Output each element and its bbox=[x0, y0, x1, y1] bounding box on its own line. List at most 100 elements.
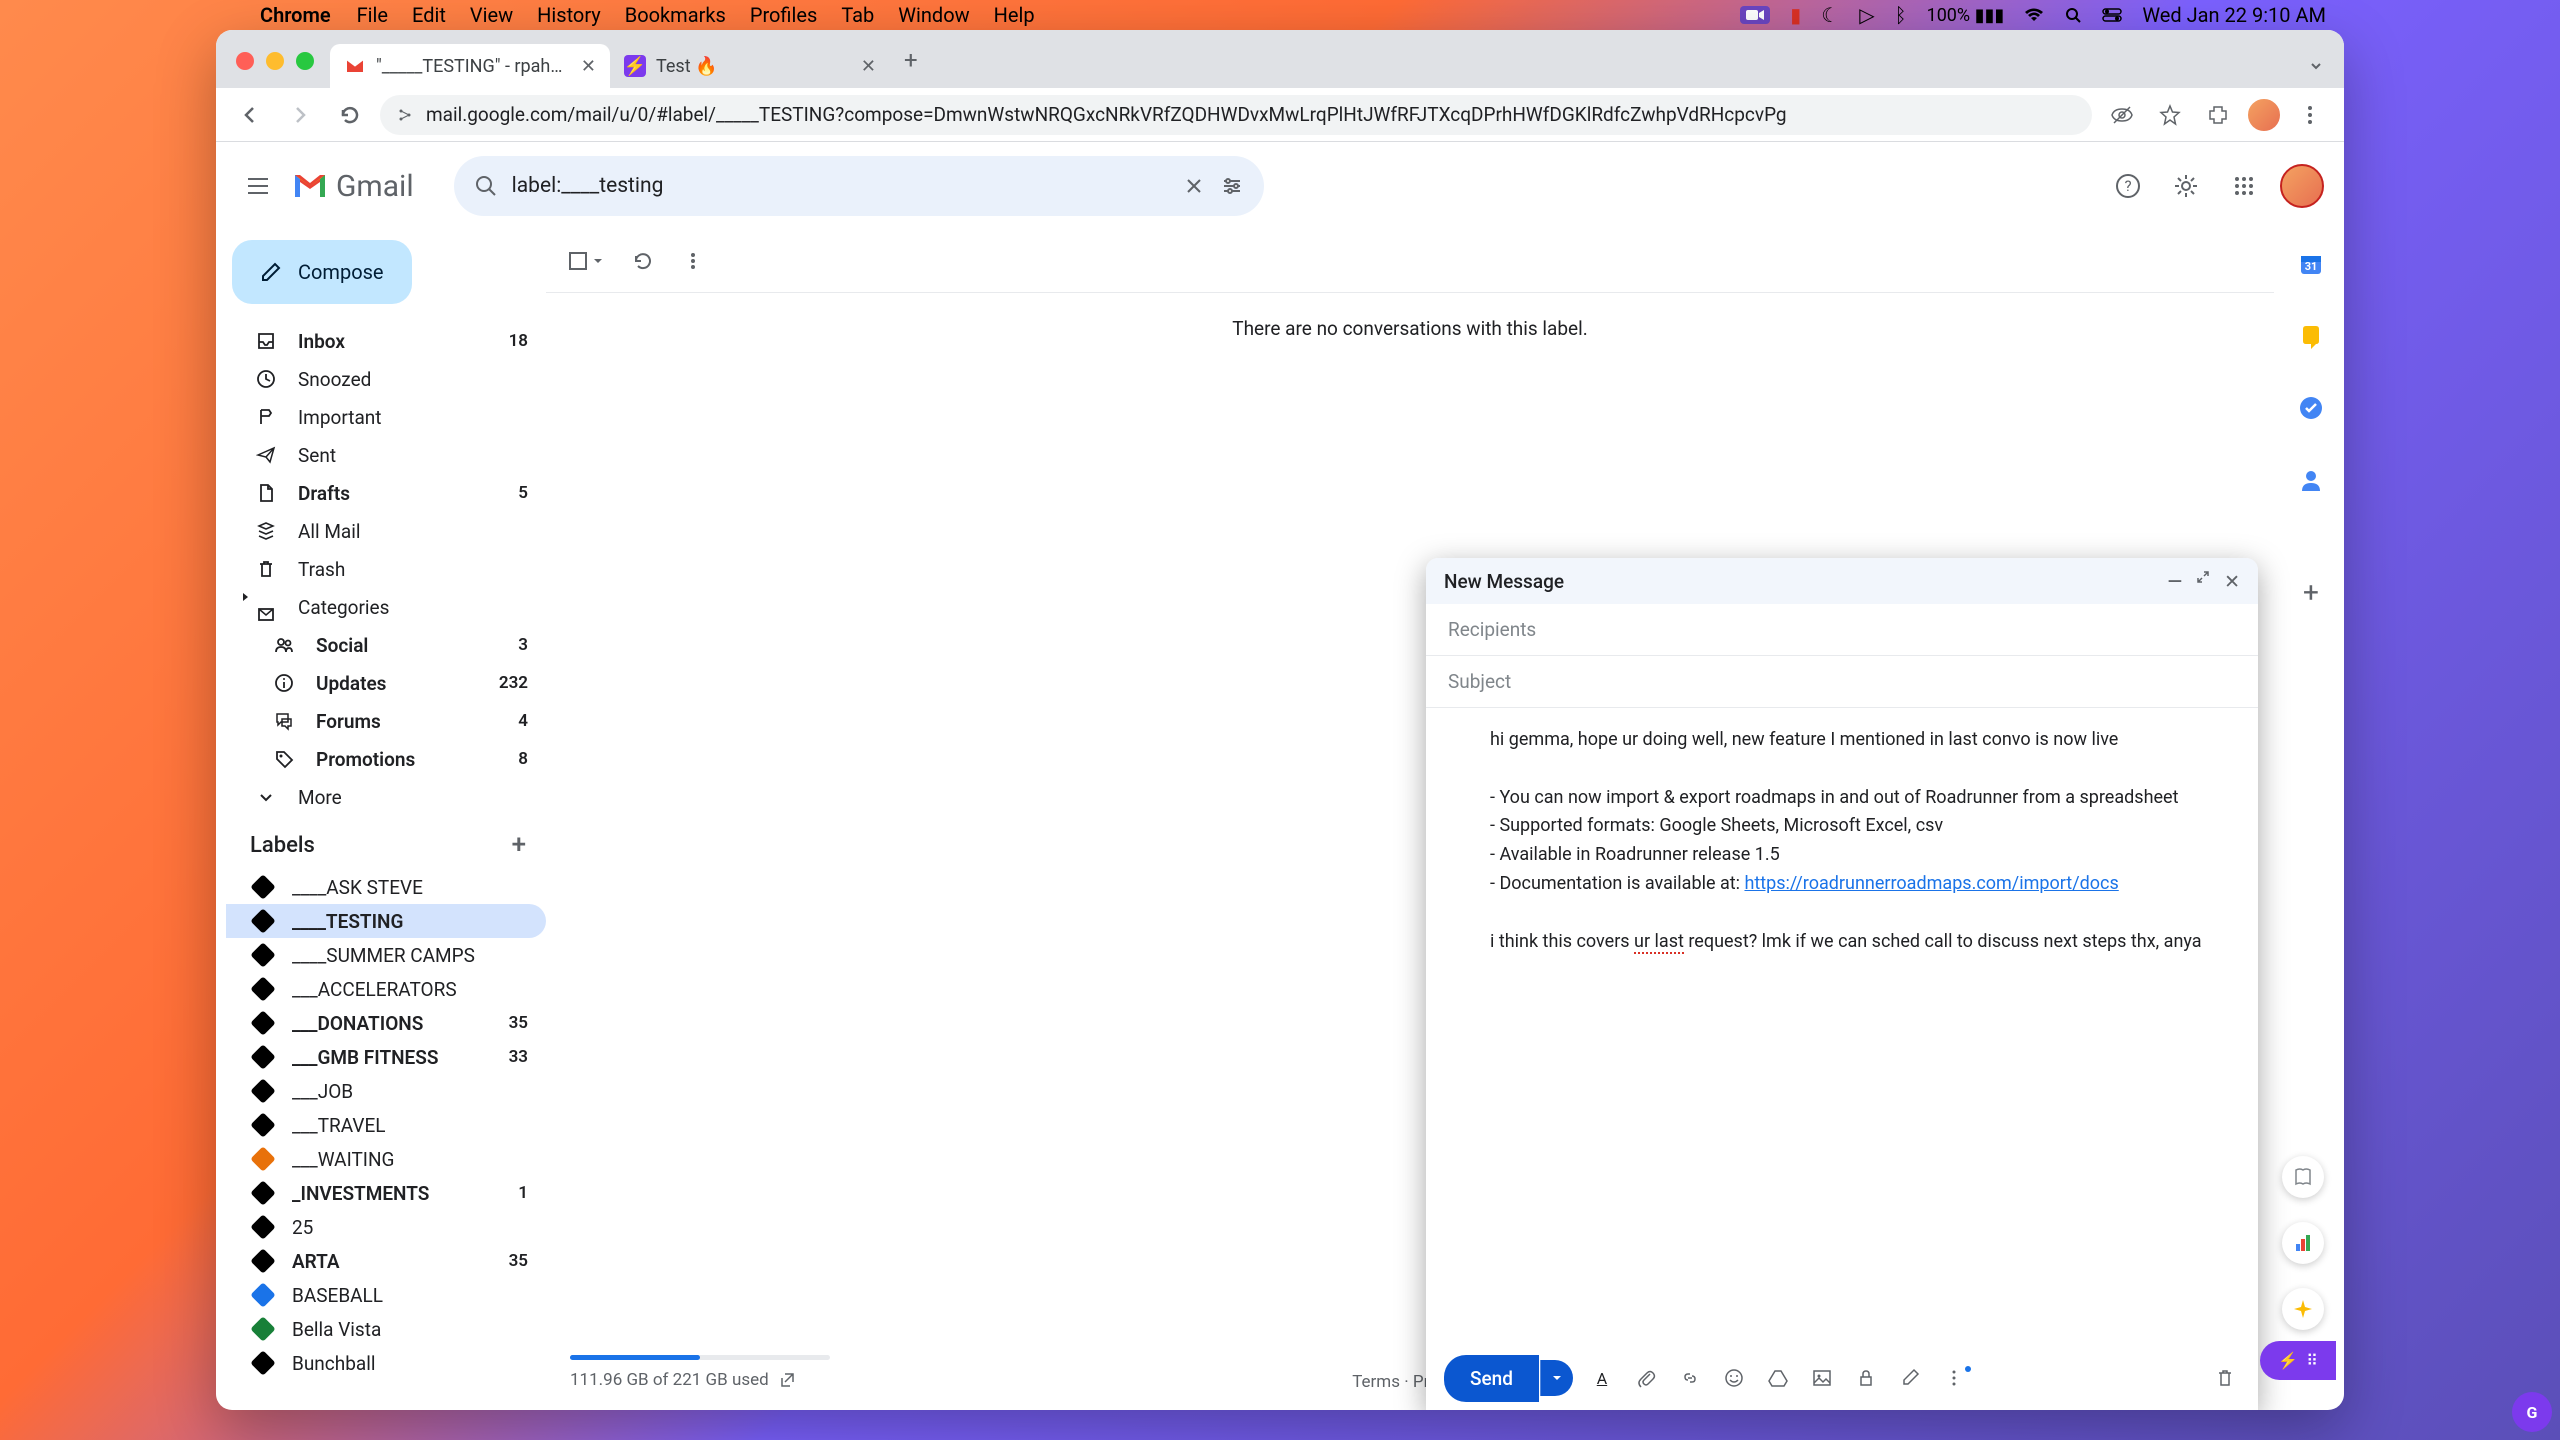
menu-history[interactable]: History bbox=[537, 3, 601, 27]
minimize-compose-icon[interactable]: — bbox=[2167, 570, 2182, 593]
menubar-datetime[interactable]: Wed Jan 22 9:10 AM bbox=[2142, 3, 2326, 27]
compose-body[interactable]: hi gemma, hope ur doing well, new featur… bbox=[1426, 708, 2258, 1346]
label-item[interactable]: ____SUMMER CAMPS bbox=[226, 938, 546, 972]
menu-view[interactable]: View bbox=[470, 3, 513, 27]
label-item[interactable]: ___DONATIONS35 bbox=[226, 1006, 546, 1040]
label-item[interactable]: ___GMB FITNESS33 bbox=[226, 1040, 546, 1074]
label-item[interactable]: _INVESTMENTS1 bbox=[226, 1176, 546, 1210]
label-item[interactable]: 25 bbox=[226, 1210, 546, 1244]
reload-button[interactable] bbox=[330, 95, 370, 135]
link-icon[interactable] bbox=[1675, 1368, 1705, 1388]
star-icon[interactable] bbox=[2150, 95, 2190, 135]
format-icon[interactable]: A bbox=[1587, 1369, 1617, 1388]
menu-edit[interactable]: Edit bbox=[412, 3, 446, 27]
chrome-profile-avatar[interactable] bbox=[2246, 97, 2282, 133]
settings-icon[interactable] bbox=[2164, 164, 2208, 208]
expand-compose-icon[interactable] bbox=[2196, 570, 2210, 593]
label-item[interactable]: ___TRAVEL bbox=[226, 1108, 546, 1142]
label-item[interactable]: ____TESTING bbox=[226, 904, 546, 938]
float-chart-icon[interactable] bbox=[2282, 1222, 2324, 1264]
sidebar-folder-snoozed[interactable]: Snoozed bbox=[226, 360, 546, 398]
sidebar-folder-sent[interactable]: Sent bbox=[226, 436, 546, 474]
gmail-logo[interactable]: Gmail bbox=[292, 168, 414, 204]
refresh-button[interactable] bbox=[632, 250, 654, 272]
menu-profiles[interactable]: Profiles bbox=[750, 3, 817, 27]
keep-addon-icon[interactable] bbox=[2297, 322, 2325, 350]
eye-icon[interactable] bbox=[2102, 95, 2142, 135]
label-item[interactable]: ARTA35 bbox=[226, 1244, 546, 1278]
add-label-icon[interactable]: + bbox=[512, 830, 526, 860]
new-tab-button[interactable]: + bbox=[890, 46, 932, 88]
send-options-button[interactable] bbox=[1540, 1360, 1573, 1396]
sidebar-category-promotions[interactable]: Promotions8 bbox=[226, 740, 546, 778]
recipients-field[interactable]: Recipients bbox=[1426, 604, 2258, 656]
more-actions-icon[interactable] bbox=[682, 250, 704, 272]
image-icon[interactable] bbox=[1807, 1368, 1837, 1388]
control-center-icon[interactable] bbox=[2102, 8, 2122, 22]
search-input[interactable] bbox=[512, 174, 1168, 198]
select-all-checkbox[interactable] bbox=[568, 251, 604, 271]
menu-file[interactable]: File bbox=[357, 3, 388, 27]
account-avatar[interactable] bbox=[2280, 164, 2324, 208]
attach-icon[interactable] bbox=[1631, 1368, 1661, 1388]
browser-tab-active[interactable]: "_____TESTING" - rpaharia@ ✕ bbox=[330, 44, 610, 88]
sidebar-category-updates[interactable]: Updates232 bbox=[226, 664, 546, 702]
battery-status[interactable]: 100% ▮▮▮ bbox=[1927, 5, 2005, 26]
calendar-addon-icon[interactable]: 31 bbox=[2297, 250, 2325, 278]
search-icon[interactable] bbox=[474, 174, 498, 198]
tab-close-icon[interactable]: ✕ bbox=[861, 56, 876, 77]
float-sparkle-icon[interactable] bbox=[2282, 1288, 2324, 1330]
sidebar-folder-important[interactable]: Important bbox=[226, 398, 546, 436]
contacts-addon-icon[interactable] bbox=[2297, 466, 2325, 494]
main-menu-button[interactable] bbox=[236, 164, 280, 208]
sidebar-more[interactable]: More bbox=[226, 778, 546, 816]
site-info-icon[interactable] bbox=[396, 106, 414, 124]
sidebar-folder-inbox[interactable]: Inbox18 bbox=[226, 322, 546, 360]
search-options-icon[interactable] bbox=[1220, 174, 1244, 198]
label-item[interactable]: ___ACCELERATORS bbox=[226, 972, 546, 1006]
more-compose-icon[interactable] bbox=[1939, 1368, 1969, 1388]
play-icon[interactable]: ▷ bbox=[1859, 3, 1874, 27]
clear-search-icon[interactable] bbox=[1182, 174, 1206, 198]
menubar-app-name[interactable]: Chrome bbox=[260, 3, 331, 27]
open-external-icon[interactable] bbox=[779, 1372, 795, 1388]
subject-field[interactable]: Subject bbox=[1426, 656, 2258, 708]
menu-window[interactable]: Window bbox=[898, 3, 969, 27]
support-icon[interactable]: ? bbox=[2106, 164, 2150, 208]
sidebar-folder-all-mail[interactable]: All Mail bbox=[226, 512, 546, 550]
close-compose-icon[interactable]: ✕ bbox=[2224, 570, 2240, 593]
confidential-icon[interactable] bbox=[1851, 1368, 1881, 1388]
browser-tab-inactive[interactable]: ⚡ Test 🔥 ✕ bbox=[610, 44, 890, 88]
sidebar-folder-drafts[interactable]: Drafts5 bbox=[226, 474, 546, 512]
label-item[interactable]: ___JOB bbox=[226, 1074, 546, 1108]
signature-icon[interactable] bbox=[1895, 1368, 1925, 1388]
label-item[interactable]: Bunchball bbox=[226, 1346, 546, 1380]
compose-button[interactable]: Compose bbox=[232, 240, 412, 304]
wifi-icon[interactable] bbox=[2024, 8, 2044, 22]
apps-icon[interactable] bbox=[2222, 164, 2266, 208]
moon-icon[interactable]: ☾ bbox=[1821, 3, 1839, 27]
drive-icon[interactable] bbox=[1763, 1368, 1793, 1388]
back-button[interactable] bbox=[230, 95, 270, 135]
screen-record-icon[interactable] bbox=[1740, 6, 1770, 24]
tab-overflow-button[interactable] bbox=[2288, 58, 2344, 88]
discard-icon[interactable] bbox=[2210, 1368, 2240, 1388]
window-maximize-button[interactable] bbox=[296, 52, 314, 70]
sidebar-folder-categories[interactable]: Categories bbox=[226, 588, 546, 626]
doc-link[interactable]: https://roadrunnerroadmaps.com/import/do… bbox=[1744, 873, 2118, 894]
chrome-menu-icon[interactable] bbox=[2290, 95, 2330, 135]
menu-bookmarks[interactable]: Bookmarks bbox=[625, 3, 726, 27]
label-item[interactable]: Bella Vista bbox=[226, 1312, 546, 1346]
address-bar[interactable]: mail.google.com/mail/u/0/#label/_____TES… bbox=[380, 95, 2092, 135]
forward-button[interactable] bbox=[280, 95, 320, 135]
bluetooth-icon[interactable]: ᛒ bbox=[1895, 3, 1907, 27]
emoji-icon[interactable] bbox=[1719, 1368, 1749, 1388]
send-button[interactable]: Send bbox=[1444, 1355, 1539, 1402]
label-item[interactable]: ___WAITING bbox=[226, 1142, 546, 1176]
menu-tab[interactable]: Tab bbox=[841, 3, 874, 27]
corner-badge[interactable]: G bbox=[2512, 1392, 2552, 1432]
search-bar[interactable] bbox=[454, 156, 1264, 216]
add-addon-icon[interactable]: + bbox=[2297, 578, 2325, 606]
stop-icon[interactable]: ▮ bbox=[1790, 3, 1801, 27]
sidebar-category-social[interactable]: Social3 bbox=[226, 626, 546, 664]
